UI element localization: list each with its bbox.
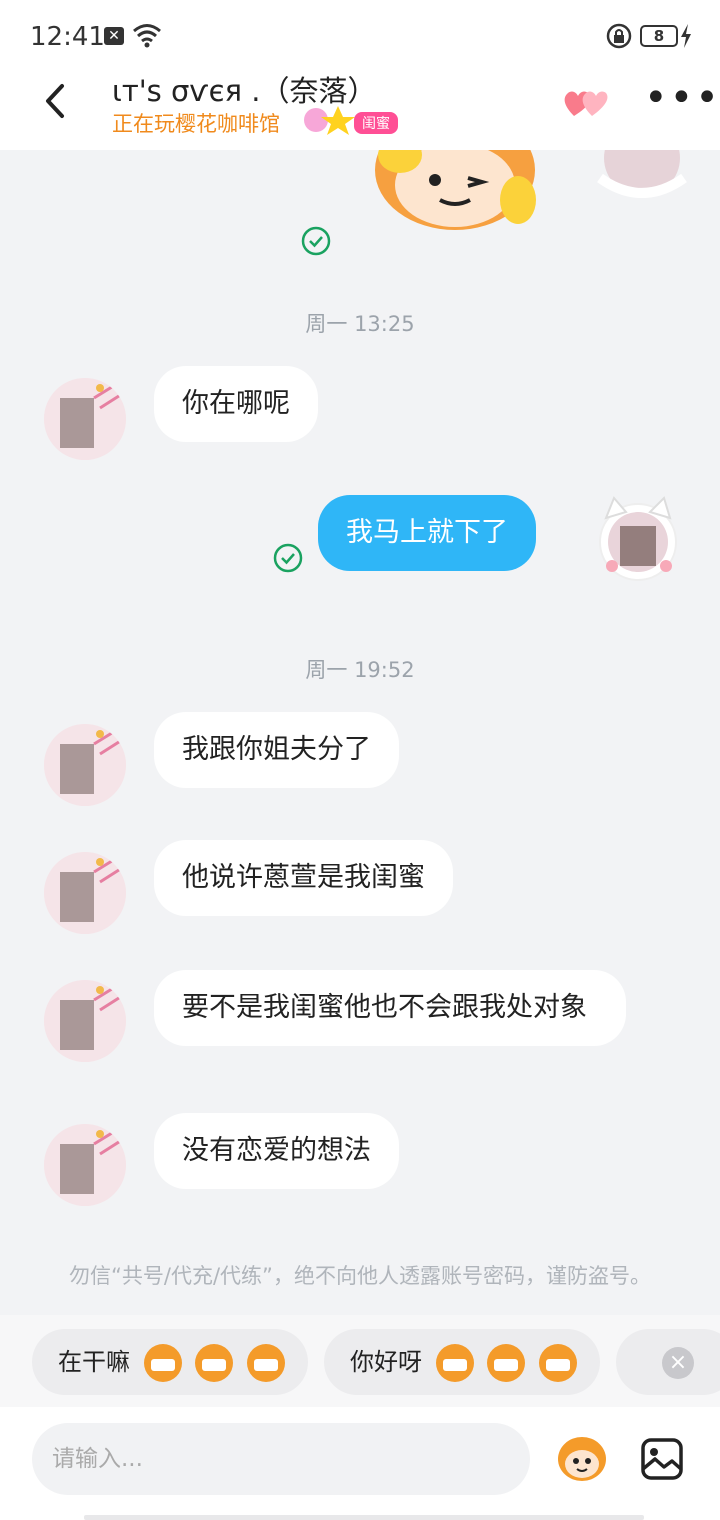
contact-avatar[interactable] [44, 980, 126, 1062]
chat-header: ιт'ѕ σѵєя .（奈落） 正在玩樱花咖啡馆 闺蜜 ••• [0, 72, 720, 150]
self-avatar[interactable] [596, 150, 688, 230]
message-bubble[interactable]: 我跟你姐夫分了 [154, 712, 399, 788]
security-notice: 勿信“共号/代充/代练”，绝不向他人透露账号密码，谨防盗号。 [69, 1264, 651, 1288]
wifi-icon [133, 24, 161, 48]
quick-reply-label: 在干嘛 [58, 1348, 130, 1376]
laugh-emoji-icon [195, 1344, 234, 1382]
contact-avatar[interactable] [44, 724, 126, 806]
message-bubble[interactable]: 要不是我闺蜜他也不会跟我处对象 [154, 970, 626, 1046]
message-bubble[interactable]: 他说许蒽萱是我闺蜜 [154, 840, 453, 916]
image-icon[interactable] [640, 1437, 684, 1481]
battery-indicator: 8 [640, 25, 678, 47]
back-chevron-icon[interactable] [36, 80, 76, 122]
contact-avatar[interactable] [44, 852, 126, 934]
hearts-icon[interactable] [560, 82, 610, 122]
wave-emoji-icon [538, 1344, 577, 1382]
quick-reply-chip[interactable]: 在干嘛 [32, 1329, 308, 1395]
input-bar [0, 1407, 720, 1520]
read-check-icon [301, 226, 331, 256]
emoji-sticker-icon[interactable] [556, 1433, 608, 1485]
lock-rotation-icon [606, 23, 632, 49]
message-bubble[interactable]: 没有恋爱的想法 [154, 1113, 399, 1189]
contact-avatar[interactable] [44, 1124, 126, 1206]
quick-reply-chip[interactable]: 你好呀 [324, 1329, 600, 1395]
message-input[interactable] [32, 1423, 530, 1495]
charging-icon [681, 24, 691, 48]
quick-replies: 在干嘛 你好呀 × [0, 1315, 720, 1407]
contact-avatar[interactable] [44, 378, 126, 460]
panel-strip [84, 1515, 644, 1520]
message-bubble[interactable]: 你在哪呢 [154, 366, 318, 442]
timestamp: 周一 13:25 [305, 312, 415, 336]
status-time: 12:41 [30, 22, 105, 52]
timestamp: 周一 19:52 [305, 658, 415, 682]
more-options-icon[interactable]: ••• [644, 78, 720, 118]
status-bar: 12:41 ✕ 8 [0, 0, 720, 72]
notification-icon: ✕ [104, 27, 124, 45]
wave-emoji-icon [487, 1344, 526, 1382]
chat-area[interactable]: 周一 13:25 你在哪呢 我马上就下了 周一 19:52 我跟你姐夫分了 他说… [0, 150, 720, 1315]
close-icon[interactable]: × [662, 1347, 694, 1379]
self-avatar[interactable] [592, 496, 684, 588]
playing-status: 正在玩樱花咖啡馆 [112, 112, 280, 136]
sent-message-bubble[interactable]: 我马上就下了 [318, 495, 536, 571]
relationship-tag: 闺蜜 [354, 112, 398, 134]
laugh-emoji-icon [246, 1344, 285, 1382]
read-check-icon [273, 543, 303, 573]
monkey-sticker [375, 150, 536, 230]
wave-emoji-icon [435, 1344, 474, 1382]
laugh-emoji-icon [143, 1344, 182, 1382]
quick-reply-label: 你好呀 [350, 1348, 422, 1376]
